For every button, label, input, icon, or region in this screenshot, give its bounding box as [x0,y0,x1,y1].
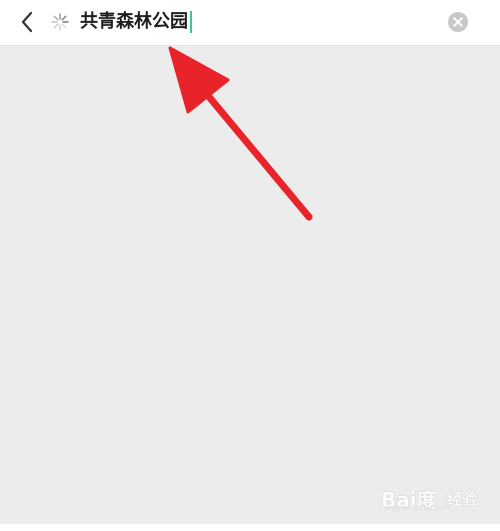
search-query-text: 共青森林公园 [80,11,188,32]
back-button[interactable] [14,8,40,36]
bottom-edge [0,524,500,531]
text-caret [190,11,192,33]
clear-circle-icon [448,12,468,32]
search-bar: 共青森林公园 [0,0,500,46]
search-results-area [0,46,500,524]
clear-search-button[interactable] [447,11,469,33]
chevron-left-icon [21,11,33,33]
loading-spinner-icon [51,13,69,31]
watermark-url: jingyan.baidu.com [385,504,450,512]
search-input[interactable]: 共青森林公园 [80,6,420,38]
watermark-sub: 经验 [447,490,478,508]
app-frame: 共青森林公园 Bai度 经验 jingyan.baidu.com [0,0,500,531]
watermark: Bai度 经验 jingyan.baidu.com [365,480,495,514]
